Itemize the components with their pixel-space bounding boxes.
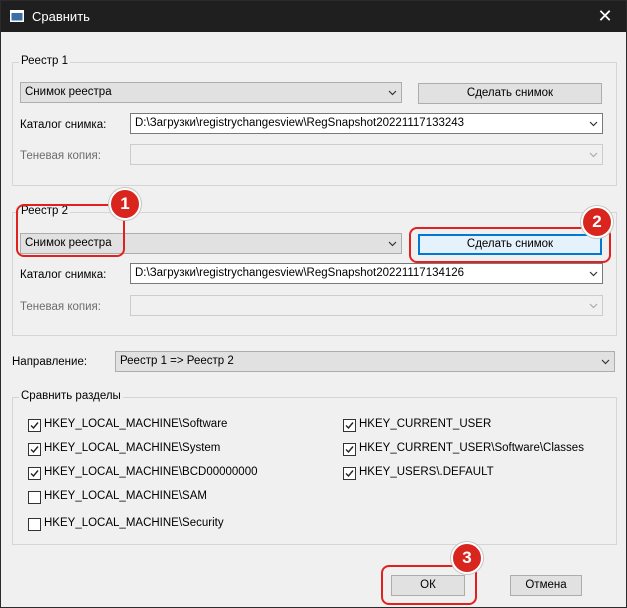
checkbox-box[interactable]	[28, 443, 41, 456]
registry1-shadow-dropdown[interactable]	[130, 144, 603, 165]
registry2-catalog-label: Каталог снимка:	[20, 269, 107, 281]
checkbox-box[interactable]	[28, 467, 41, 480]
checkbox-box[interactable]	[343, 467, 356, 480]
chevron-down-icon	[388, 239, 397, 248]
registry1-catalog-value: D:\Загрузки\registrychangesview\RegSnaps…	[135, 117, 465, 129]
registry2-catalog-value: D:\Загрузки\registrychangesview\RegSnaps…	[135, 267, 465, 279]
close-button[interactable]: ✕	[584, 1, 626, 32]
highlight-snapshot-button	[409, 227, 611, 263]
checkbox-label: HKEY_CURRENT_USER\Software\Classes	[359, 442, 584, 454]
checkbox-box[interactable]	[343, 443, 356, 456]
checkbox-label: HKEY_LOCAL_MACHINE\BCD00000000	[44, 466, 258, 478]
checkbox-label: HKEY_USERS\.DEFAULT	[359, 466, 494, 478]
registry1-snapshot-button[interactable]: Сделать снимок	[418, 83, 602, 104]
checkmark-icon	[30, 446, 39, 454]
checkbox-hklm-bcd[interactable]: HKEY_LOCAL_MACHINE\BCD00000000	[28, 466, 258, 481]
checkbox-hklm-security[interactable]: HKEY_LOCAL_MACHINE\Security	[28, 517, 238, 532]
checkbox-box[interactable]	[28, 491, 41, 504]
checkbox-box[interactable]	[28, 518, 41, 531]
annotation-badge-2: 2	[581, 206, 613, 238]
checkmark-icon	[345, 446, 354, 454]
registry1-group-label: Реестр 1	[19, 55, 70, 67]
registry1-source-dropdown[interactable]: Снимок реестра	[20, 82, 402, 103]
checkbox-label: HKEY_LOCAL_MACHINE\Software	[44, 418, 228, 430]
checkbox-label: HKEY_LOCAL_MACHINE\Security	[44, 517, 224, 529]
compare-dialog: Сравнить ✕ Реестр 1 Снимок реестра Сдела…	[0, 0, 627, 608]
checkbox-hklm-sam[interactable]: HKEY_LOCAL_MACHINE\SAM	[28, 490, 238, 505]
registry1-shadow-label: Теневая копия:	[20, 150, 101, 162]
checkmark-icon	[345, 470, 354, 478]
checkbox-hkcu-classes[interactable]: HKEY_CURRENT_USER\Software\Classes	[343, 442, 584, 457]
registry1-catalog-label: Каталог снимка:	[20, 119, 107, 131]
registry1-source-value: Снимок реестра	[25, 86, 112, 98]
highlight-registry2-source	[16, 204, 125, 257]
checkbox-hklm-software[interactable]: HKEY_LOCAL_MACHINE\Software	[28, 418, 238, 433]
chevron-down-icon	[388, 88, 397, 97]
title-bar[interactable]: Сравнить ✕	[1, 1, 626, 32]
cancel-button[interactable]: Отмена	[510, 575, 582, 596]
chevron-down-icon	[601, 357, 610, 366]
annotation-badge-3: 3	[451, 542, 483, 574]
app-icon	[10, 10, 24, 22]
checkmark-icon	[30, 422, 39, 430]
checkbox-hku-default[interactable]: HKEY_USERS\.DEFAULT	[343, 466, 583, 481]
checkbox-label: HKEY_LOCAL_MACHINE\System	[44, 442, 221, 454]
checkbox-label: HKEY_LOCAL_MACHINE\SAM	[44, 490, 207, 502]
checkbox-label: HKEY_CURRENT_USER	[359, 418, 492, 430]
chevron-down-icon	[589, 269, 598, 278]
direction-value: Реестр 1 => Реестр 2	[120, 355, 234, 367]
checkbox-hkcu[interactable]: HKEY_CURRENT_USER	[343, 418, 583, 433]
compare-sections-label: Сравнить разделы	[19, 390, 123, 402]
registry1-catalog-field[interactable]: D:\Загрузки\registrychangesview\RegSnaps…	[130, 113, 603, 134]
chevron-down-icon	[589, 119, 598, 128]
registry2-shadow-dropdown[interactable]	[130, 295, 603, 316]
checkbox-box[interactable]	[28, 419, 41, 432]
checkmark-icon	[30, 470, 39, 478]
checkbox-hklm-system[interactable]: HKEY_LOCAL_MACHINE\System	[28, 442, 238, 457]
direction-label: Направление:	[12, 356, 88, 368]
checkbox-box[interactable]	[343, 419, 356, 432]
window-title: Сравнить	[32, 9, 90, 24]
registry2-shadow-label: Теневая копия:	[20, 301, 101, 313]
annotation-badge-1: 1	[109, 188, 141, 220]
direction-dropdown[interactable]: Реестр 1 => Реестр 2	[115, 351, 615, 372]
close-icon: ✕	[597, 6, 613, 26]
checkmark-icon	[345, 422, 354, 430]
registry2-catalog-field[interactable]: D:\Загрузки\registrychangesview\RegSnaps…	[130, 263, 603, 284]
chevron-down-icon	[589, 150, 598, 159]
chevron-down-icon	[589, 301, 598, 310]
